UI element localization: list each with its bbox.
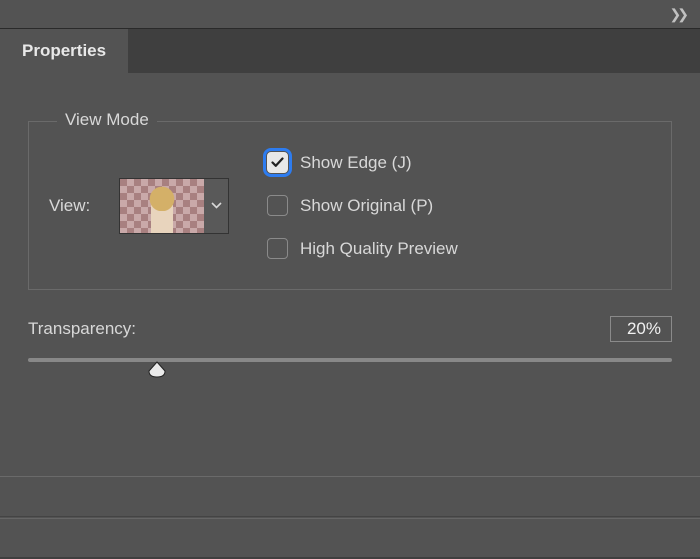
show-edge-label: Show Edge (J) (300, 153, 412, 173)
divider (0, 516, 700, 517)
high-quality-row: High Quality Preview (267, 238, 458, 259)
high-quality-checkbox[interactable] (267, 238, 288, 259)
show-original-checkbox[interactable] (267, 195, 288, 216)
slider-handle-icon (147, 361, 167, 378)
divider (0, 476, 700, 477)
high-quality-label: High Quality Preview (300, 239, 458, 259)
show-edge-checkbox[interactable] (267, 152, 288, 173)
view-label: View: (49, 196, 104, 216)
tab-strip: Properties (0, 29, 700, 73)
view-mode-legend: View Mode (57, 110, 157, 130)
panel-top-bar: ❯❯ (0, 0, 700, 28)
tab-properties[interactable]: Properties (0, 29, 128, 73)
panel-area: Properties View Mode View: (0, 28, 700, 559)
transparency-value-input[interactable]: 20% (610, 316, 672, 342)
view-row: View: Show Edge (J) (49, 152, 651, 259)
view-thumbnail (120, 179, 204, 233)
show-edge-row: Show Edge (J) (267, 152, 458, 173)
slider-handle[interactable] (147, 361, 167, 378)
show-original-row: Show Original (P) (267, 195, 458, 216)
expand-icon[interactable]: ❯❯ (670, 6, 685, 23)
transparency-label: Transparency: (28, 319, 136, 339)
view-mode-group: View Mode View: Show Edge (J) (28, 121, 672, 290)
chevron-down-icon (211, 202, 222, 209)
show-original-label: Show Original (P) (300, 196, 433, 216)
slider-track (28, 358, 672, 362)
view-mode-checkboxes: Show Edge (J) Show Original (P) High Qua… (267, 152, 458, 259)
divider (0, 518, 700, 519)
transparency-slider[interactable] (28, 358, 672, 382)
view-thumbnail-selector[interactable] (119, 178, 229, 234)
transparency-row: Transparency: 20% (28, 316, 672, 342)
panel-content: View Mode View: Show Edge (J) (0, 73, 700, 557)
checkmark-icon (271, 157, 284, 168)
tab-strip-empty (128, 29, 700, 73)
view-dropdown-button[interactable] (204, 179, 228, 233)
